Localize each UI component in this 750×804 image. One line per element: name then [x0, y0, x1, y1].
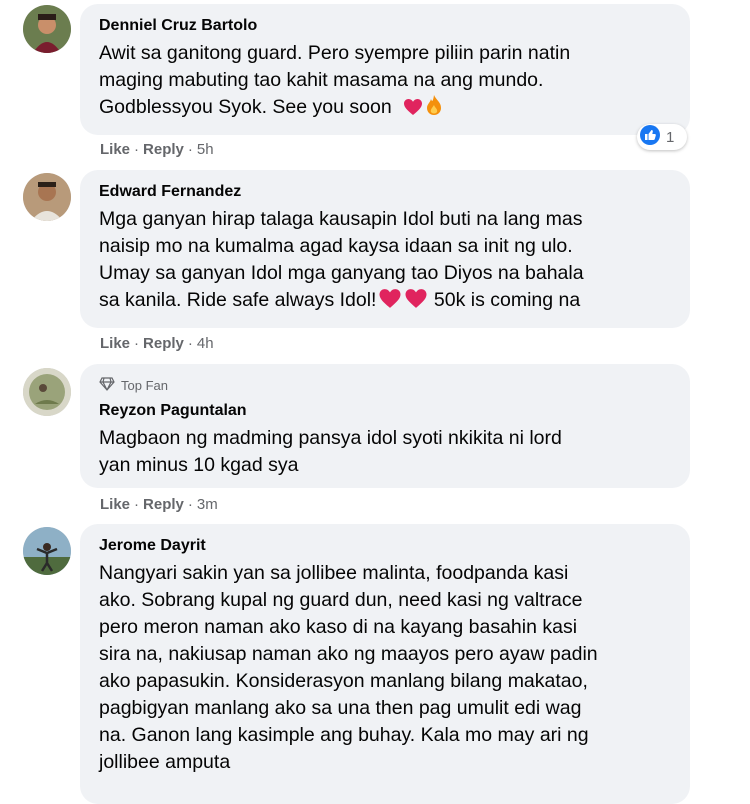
- comment-time[interactable]: 4h: [197, 335, 214, 352]
- comment-text: Mga ganyan hirap talaga kausapin Idol bu…: [99, 206, 674, 317]
- reaction-count: 1: [666, 128, 675, 146]
- heart-icon: [403, 97, 423, 124]
- comment-actions: Like · Reply · 4h: [100, 335, 214, 352]
- comment-line: yan minus 10 kgad sya: [99, 454, 299, 476]
- comment-actions: Like · Reply · 5h: [100, 141, 214, 158]
- comment-time[interactable]: 3m: [197, 496, 218, 513]
- reply-link[interactable]: Reply: [143, 496, 184, 513]
- comment-line: Nangyari sakin yan sa jollibee malinta, …: [99, 562, 569, 584]
- avatar[interactable]: [23, 5, 71, 53]
- comment-author[interactable]: Jerome Dayrit: [99, 536, 674, 556]
- top-fan-badge: Top Fan: [99, 377, 674, 395]
- comment-line: Godblessyou Syok. See you soon: [99, 94, 674, 124]
- comment-author[interactable]: Denniel Cruz Bartolo: [99, 16, 674, 36]
- comment-line-text: sa kanila. Ride safe always Idol!: [99, 289, 377, 311]
- heart-icon: [378, 288, 402, 317]
- reply-link[interactable]: Reply: [143, 141, 184, 158]
- like-link[interactable]: Like: [100, 141, 130, 158]
- comment-actions: Like · Reply · 3m: [100, 496, 218, 513]
- comment-line: pagbigyan manlang ako sa una then pag um…: [99, 697, 582, 719]
- comment-bubble: Edward Fernandez Mga ganyan hirap talaga…: [80, 170, 690, 328]
- avatar[interactable]: [23, 527, 71, 575]
- comment-line: na. Ganon lang kasimple ang buhay. Kala …: [99, 724, 589, 746]
- comment-line: sira na, nakiusap naman ako ng maayos pe…: [99, 643, 598, 665]
- comment-line: Awit sa ganitong guard. Pero syempre pil…: [99, 42, 571, 64]
- comment-line: pero meron naman ako kaso di na kayang b…: [99, 616, 578, 638]
- top-fan-label: Top Fan: [121, 378, 168, 393]
- comment-line: jollibee amputa: [99, 751, 231, 773]
- heart-icon: [404, 288, 428, 317]
- comment-line: naisip mo na kumalma agad kaysa idaan sa…: [99, 235, 573, 257]
- comment-author[interactable]: Reyzon Paguntalan: [99, 401, 674, 421]
- comment-line: ako papasukin. Konsiderasyon manlang bil…: [99, 670, 588, 692]
- comment-text: Magbaon ng madming pansya idol syoti nki…: [99, 425, 674, 479]
- like-link[interactable]: Like: [100, 496, 130, 513]
- comment-line: sa kanila. Ride safe always Idol! 50k is…: [99, 287, 674, 317]
- comment-author[interactable]: Edward Fernandez: [99, 182, 674, 202]
- comment-text: Awit sa ganitong guard. Pero syempre pil…: [99, 40, 674, 124]
- comment-line: Umay sa ganyan Idol mga ganyang tao Diyo…: [99, 262, 584, 284]
- reaction-count-badge[interactable]: 1: [637, 124, 687, 150]
- avatar[interactable]: [23, 368, 71, 416]
- comment-text: Nangyari sakin yan sa jollibee malinta, …: [99, 560, 674, 776]
- diamond-icon: [99, 377, 115, 395]
- comment-line-text: Godblessyou Syok. See you soon: [99, 96, 392, 118]
- comment-line: maging mabuting tao kahit masama na ang …: [99, 69, 544, 91]
- fire-icon: [425, 94, 443, 124]
- comment-bubble: Jerome Dayrit Nangyari sakin yan sa joll…: [80, 524, 690, 804]
- like-reaction-icon: [640, 124, 660, 150]
- comment-line: ako. Sobrang kupal ng guard dun, need ka…: [99, 589, 583, 611]
- comment-line: Mga ganyan hirap talaga kausapin Idol bu…: [99, 208, 583, 230]
- comment-bubble: Top Fan Reyzon Paguntalan Magbaon ng mad…: [80, 364, 690, 488]
- avatar[interactable]: [23, 173, 71, 221]
- comment-line: Magbaon ng madming pansya idol syoti nki…: [99, 427, 562, 449]
- reply-link[interactable]: Reply: [143, 335, 184, 352]
- comment-time[interactable]: 5h: [197, 141, 214, 158]
- like-link[interactable]: Like: [100, 335, 130, 352]
- comment-bubble: Denniel Cruz Bartolo Awit sa ganitong gu…: [80, 4, 690, 135]
- comment-line-text: 50k is coming na: [433, 289, 581, 311]
